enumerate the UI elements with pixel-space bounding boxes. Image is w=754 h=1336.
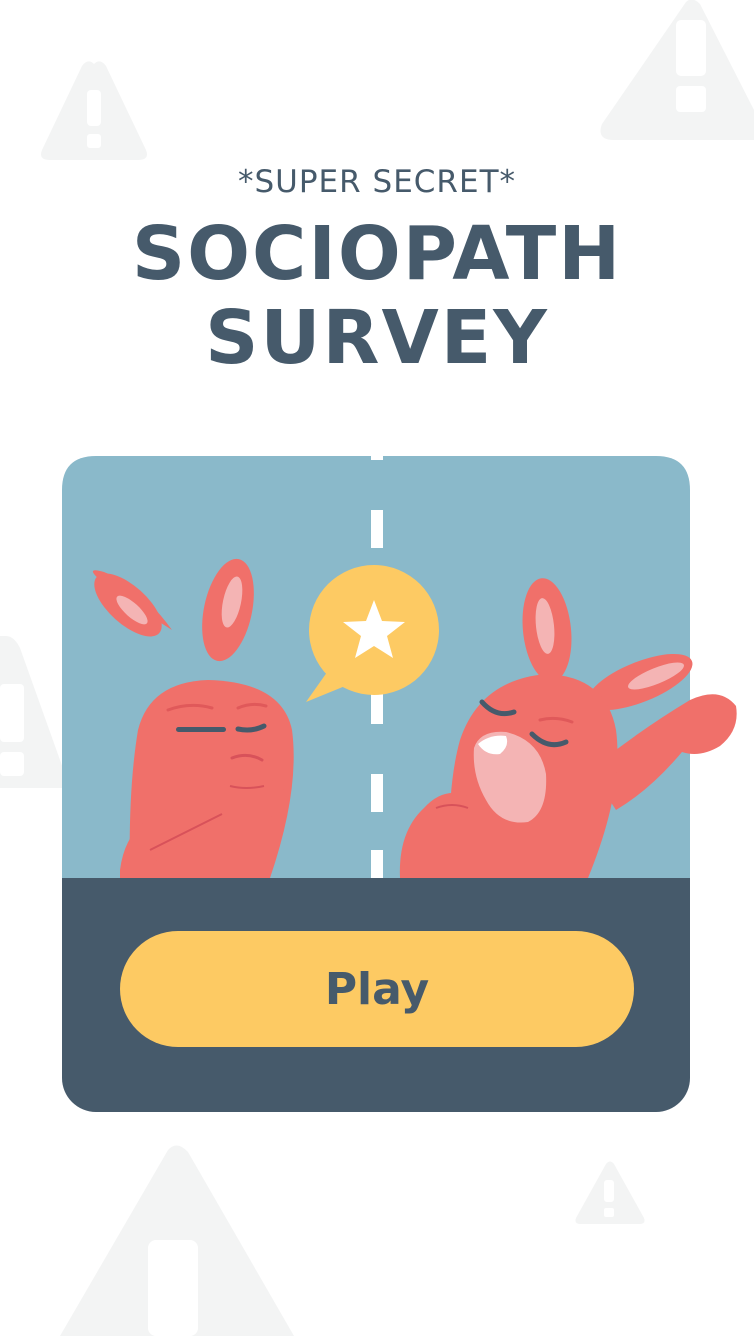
- warning-icon: [600, 0, 754, 140]
- warning-icon: [575, 1161, 645, 1224]
- page-title: SOCIOPATH SURVEY: [0, 212, 754, 380]
- game-illustration: [62, 438, 737, 878]
- subtitle: *SUPER SECRET*: [237, 164, 516, 200]
- title-line-2: SURVEY: [205, 295, 549, 381]
- play-button[interactable]: Play: [120, 931, 634, 1047]
- warning-icon: [41, 61, 147, 160]
- title-line-1: SOCIOPATH: [131, 211, 623, 297]
- warning-icon: [60, 1145, 294, 1336]
